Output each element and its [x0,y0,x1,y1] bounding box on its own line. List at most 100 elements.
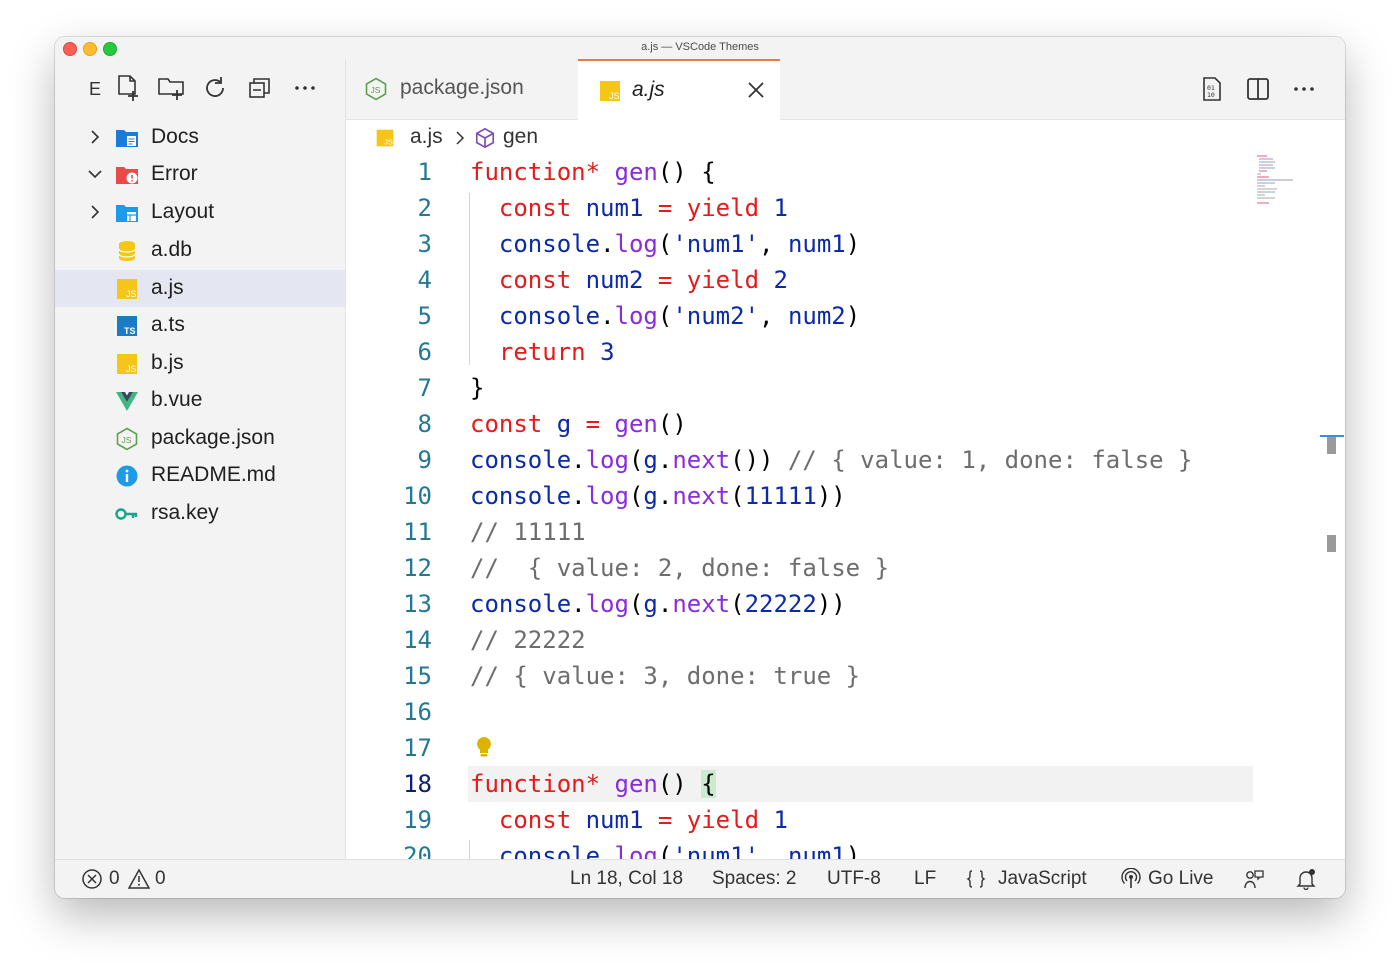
tree-item-rsa-key[interactable]: rsa.key [55,495,345,532]
tree-item-label: Docs [151,125,199,148]
typescript-icon: TS [117,316,137,336]
status-bar: 0 0 Ln 18, Col 18 Spaces: 2 UTF-8 LF Jav… [55,859,1345,898]
refresh-icon[interactable] [200,73,230,103]
lightbulb-icon[interactable] [472,735,496,761]
line-number: 2 [417,194,432,222]
method-symbol-icon [475,127,495,149]
code-line: 9 console.log(g.next()) // { value: 1, d… [346,443,1266,479]
code-text: // 11111 [470,518,586,546]
line-number: 1 [417,158,432,186]
line-number: 16 [403,698,432,726]
error-icon[interactable] [81,868,103,890]
code-text: console.log('num2', num2) [498,302,861,330]
tree-item-b-vue[interactable]: b.vue [55,382,345,419]
close-tab-icon[interactable] [744,78,768,102]
tab-a-js[interactable]: JS a.js [578,59,780,120]
scrollbar-thumb[interactable] [1327,437,1336,454]
go-live-button[interactable]: Go Live [1148,868,1213,890]
line-number: 4 [417,266,432,294]
code-line: 10 console.log(g.next(11111)) [346,479,1266,515]
open-preview-icon[interactable]: 01 10 [1198,75,1226,103]
indentation[interactable]: Spaces: 2 [712,868,797,890]
more-actions-icon[interactable] [1290,75,1318,103]
breadcrumb-symbol[interactable]: gen [503,125,538,149]
tree-item-docs[interactable]: Docs [55,119,345,156]
code-text: return 3 [498,338,615,366]
line-number: 20 [403,842,432,859]
encoding[interactable]: UTF-8 [827,868,881,890]
code-line: 6 return 3 [346,335,1266,371]
code-line: 17 [346,731,1266,767]
code-line: 2 const num1 = yield 1 [346,191,1266,227]
tree-item-error[interactable]: Error [55,156,345,193]
tree-item-label: package.json [151,426,275,449]
tree-item-label: a.ts [151,313,185,336]
minimap[interactable] [1255,154,1325,206]
end-of-line[interactable]: LF [914,868,936,890]
javascript-icon: JS [376,129,394,147]
cursor-position[interactable]: Ln 18, Col 18 [570,868,683,890]
warning-icon[interactable] [128,868,150,890]
language-mode[interactable]: JavaScript [998,868,1087,890]
tree-item-label: b.vue [151,388,203,411]
title-bar: a.js — VSCode Themes [55,37,1345,60]
code-editor[interactable]: 1 function* gen() { 2 const num1 = yield… [346,155,1345,859]
tab-label: a.js [632,78,665,101]
line-number: 12 [403,554,432,582]
javascript-icon: JS [117,354,137,374]
code-text: function* gen() { [470,770,716,798]
code-line: 7 } [346,371,1266,407]
line-number: 9 [417,446,432,474]
tree-item-a-js[interactable]: JS a.js [55,270,345,307]
tree-item-readme[interactable]: README.md [55,457,345,494]
tree-item-label: b.js [151,351,184,374]
new-folder-icon[interactable] [156,73,186,103]
tree-item-b-js[interactable]: JS b.js [55,345,345,382]
line-number: 18 [403,770,432,798]
code-line: 14 // 22222 [346,623,1266,659]
nodejs-icon: JS [116,427,138,451]
line-number: 13 [403,590,432,618]
svg-text:10: 10 [1207,91,1215,99]
code-text: // { value: 2, done: false } [470,554,890,582]
new-file-icon[interactable] [113,73,143,103]
vue-icon [116,392,138,411]
window-title: a.js — VSCode Themes [641,41,759,53]
code-text: const num2 = yield 2 [498,266,788,294]
svg-text:JS: JS [371,85,381,95]
split-editor-icon[interactable] [1244,75,1272,103]
tree-item-layout[interactable]: Layout [55,194,345,231]
tree-item-a-ts[interactable]: TS a.ts [55,307,345,344]
explorer-sidebar: E Docs Error Layout a.db JS a.js TS a.ts… [55,59,346,859]
explorer-title: E [89,79,102,99]
code-text: function* gen() { [470,158,716,186]
breadcrumb-file[interactable]: a.js [410,125,443,149]
chevron-down-icon [88,170,102,179]
more-actions-icon[interactable] [290,73,320,103]
code-line: 5 console.log('num2', num2) [346,299,1266,335]
line-number: 7 [417,374,432,402]
code-text: console.log(g.next(11111)) [470,482,846,510]
notifications-bell-icon[interactable] [1295,868,1317,890]
warning-count[interactable]: 0 [155,868,166,890]
collapse-all-icon[interactable] [245,73,275,103]
code-text: console.log(g.next(22222)) [470,590,846,618]
svg-text:JS: JS [384,138,393,147]
code-line: 11 // 11111 [346,515,1266,551]
tab-package-json[interactable]: JS package.json [346,59,579,119]
tree-item-package-json[interactable]: JS package.json [55,420,345,457]
tree-item-label: Error [151,162,198,185]
editor-tab-bar: JS package.json JS a.js 01 10 [346,59,1345,120]
tree-item-a-db[interactable]: a.db [55,232,345,269]
code-line: 16 [346,695,1266,731]
feedback-icon[interactable] [1243,868,1265,890]
code-line-current: 18 function* gen() { [346,766,1266,803]
code-text: console.log('num1', num1) [498,230,861,258]
code-line: 15 // { value: 3, done: true } [346,659,1266,695]
line-number: 17 [403,734,432,762]
code-text: // { value: 3, done: true } [470,662,861,690]
tree-item-label: a.js [151,276,184,299]
error-count[interactable]: 0 [109,868,120,890]
code-line: 12 // { value: 2, done: false } [346,551,1266,587]
code-line: 8 const g = gen() [346,407,1266,443]
